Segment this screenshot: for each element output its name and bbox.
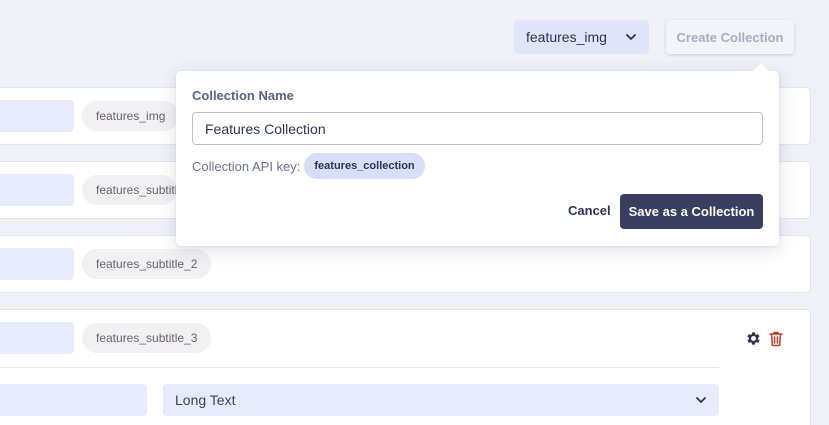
collection-name-label: Collection Name xyxy=(192,88,294,103)
trash-icon[interactable] xyxy=(768,330,784,347)
row-actions xyxy=(745,330,784,347)
cancel-button[interactable]: Cancel xyxy=(568,203,611,218)
create-collection-button[interactable]: Create Collection xyxy=(666,20,794,54)
field-type-value: Long Text xyxy=(175,392,236,408)
field-label-input[interactable] xyxy=(0,100,74,132)
create-collection-popover: Collection Name Collection API key: feat… xyxy=(176,71,779,246)
collection-api-key-badge: features_collection xyxy=(304,153,425,179)
field-label-input[interactable] xyxy=(0,174,74,206)
field-key-badge: features_subtitle xyxy=(82,175,177,205)
field-label-input[interactable] xyxy=(0,248,74,280)
chevron-down-icon xyxy=(696,397,706,403)
field-key-badge: features_subtitle_3 xyxy=(82,323,212,353)
field-key-badge: features_img xyxy=(82,101,180,131)
chevron-down-icon xyxy=(626,34,636,40)
collection-field-select-value: features_img xyxy=(526,29,607,45)
row-divider xyxy=(0,367,719,368)
field-key-badge: features_subtitle_2 xyxy=(82,249,212,279)
field-type-select[interactable]: Long Text xyxy=(163,384,719,416)
field-row-expanded: features_subtitle_3 Long Text xyxy=(0,309,811,425)
field-config-input[interactable] xyxy=(0,384,147,416)
collection-api-key-label: Collection API key: xyxy=(192,158,301,174)
collection-name-input[interactable] xyxy=(192,112,763,145)
collection-field-select[interactable]: features_img xyxy=(514,20,649,54)
collection-api-key-row: Collection API key: features_collection xyxy=(192,153,425,179)
gear-icon[interactable] xyxy=(745,330,762,347)
save-as-collection-button[interactable]: Save as a Collection xyxy=(620,194,763,229)
popover-caret xyxy=(752,63,770,72)
field-label-input[interactable] xyxy=(0,322,74,354)
